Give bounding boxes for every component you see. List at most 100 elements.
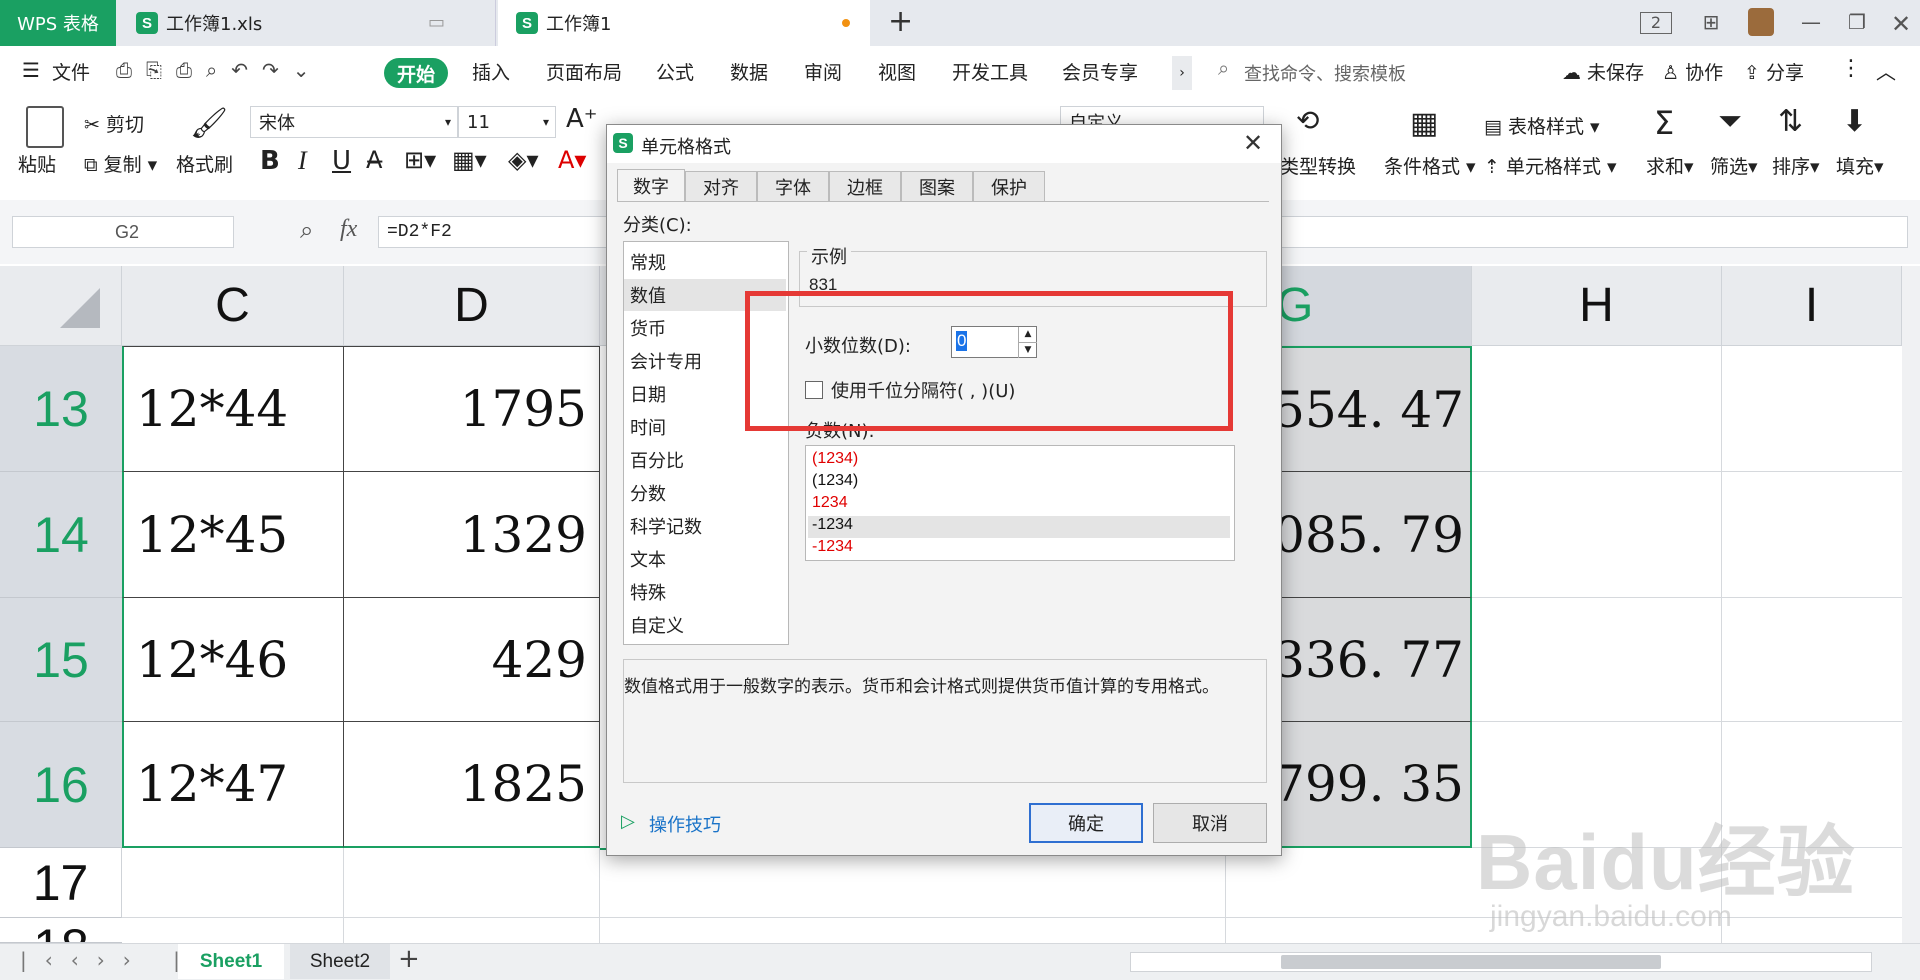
format-painter-icon[interactable]: 🖌 bbox=[190, 106, 228, 141]
close-icon[interactable]: ✕ bbox=[1884, 10, 1918, 38]
row-header[interactable]: 14 bbox=[0, 472, 122, 598]
col-header-h[interactable]: H bbox=[1472, 266, 1722, 346]
category-item-selected[interactable]: 数值 bbox=[624, 279, 786, 311]
fill-button[interactable]: 填充▾ bbox=[1836, 152, 1884, 179]
row-header[interactable]: 16 bbox=[0, 722, 122, 848]
cell-d15[interactable]: 429 bbox=[344, 598, 600, 722]
increase-font-icon[interactable]: A⁺ bbox=[566, 104, 598, 134]
more-icon[interactable]: ⋮ bbox=[1840, 56, 1862, 81]
cancel-button[interactable]: 取消 bbox=[1153, 803, 1267, 843]
collab-button[interactable]: ♙ 协作 bbox=[1662, 58, 1723, 85]
cell-c16[interactable]: 12*47 bbox=[122, 722, 344, 848]
fill-color-icon[interactable]: ◈▾ bbox=[508, 146, 539, 174]
new-tab-button[interactable]: + bbox=[888, 4, 913, 39]
monitor-icon[interactable]: ▭ bbox=[428, 12, 445, 33]
cut-button[interactable]: ✂ 剪切 bbox=[84, 110, 144, 137]
category-item[interactable]: 科学记数 bbox=[624, 510, 786, 542]
vertical-scrollbar[interactable] bbox=[1902, 266, 1920, 943]
ok-button[interactable]: 确定 bbox=[1029, 803, 1143, 843]
thousands-separator-checkbox[interactable] bbox=[805, 381, 823, 399]
sort-icon[interactable]: ⇅ bbox=[1778, 104, 1803, 139]
category-item[interactable]: 文本 bbox=[624, 543, 786, 575]
menu-page-layout[interactable]: 页面布局 bbox=[546, 58, 622, 85]
tips-link[interactable]: 操作技巧 bbox=[649, 811, 721, 837]
page-count-icon[interactable]: 2 bbox=[1640, 12, 1672, 34]
row-header[interactable]: 18 bbox=[0, 918, 122, 943]
cell-c15[interactable]: 12*46 bbox=[122, 598, 344, 722]
negative-format-option[interactable]: -1234 bbox=[808, 538, 1230, 560]
cell-c14[interactable]: 12*45 bbox=[122, 472, 344, 598]
unsaved-status[interactable]: ☁ 未保存 bbox=[1562, 58, 1644, 85]
paste-icon[interactable] bbox=[26, 106, 64, 148]
category-item[interactable]: 百分比 bbox=[624, 444, 786, 476]
negative-format-option[interactable]: (1234) bbox=[808, 450, 1230, 472]
grid-apps-icon[interactable]: ⊞ bbox=[1694, 10, 1728, 36]
font-name-select[interactable]: 宋体 ▾ bbox=[250, 106, 458, 138]
decimal-places-spinner[interactable]: 0 ▲ ▼ bbox=[951, 326, 1037, 358]
menu-data[interactable]: 数据 bbox=[730, 58, 768, 85]
col-header-c[interactable]: C bbox=[122, 266, 344, 346]
category-item[interactable]: 分数 bbox=[624, 477, 786, 509]
copy-button[interactable]: ⧉ 复制 ▾ bbox=[84, 150, 157, 177]
convert-icon[interactable]: ⟲ bbox=[1296, 104, 1319, 137]
category-item[interactable]: 会计专用 bbox=[624, 345, 786, 377]
cell-c13[interactable]: 12*44 bbox=[122, 346, 344, 472]
chevron-right-icon[interactable]: › bbox=[1172, 56, 1192, 90]
file-tab-2[interactable]: S 工作簿1 bbox=[498, 0, 870, 46]
name-box[interactable]: G2 bbox=[12, 216, 234, 248]
category-item[interactable]: 货币 bbox=[624, 312, 786, 344]
dialog-tab-protect[interactable]: 保护 bbox=[973, 171, 1045, 201]
minimize-icon[interactable]: — bbox=[1794, 10, 1828, 36]
fx-icon[interactable]: fx bbox=[340, 216, 357, 243]
italic-icon[interactable]: I bbox=[298, 146, 307, 176]
cell-d16[interactable]: 1825 bbox=[344, 722, 600, 848]
sort-button[interactable]: 排序▾ bbox=[1772, 152, 1820, 179]
bold-icon[interactable]: B bbox=[260, 146, 280, 176]
quick-access-icons[interactable]: ⎙⎘⎙⌕↶↷⌄ bbox=[116, 58, 323, 82]
cell-d14[interactable]: 1329 bbox=[344, 472, 600, 598]
avatar[interactable] bbox=[1748, 8, 1774, 36]
restore-icon[interactable]: ❐ bbox=[1840, 10, 1874, 36]
zoom-formula-icon[interactable]: ⌕ bbox=[300, 216, 313, 244]
sheet-tab-2[interactable]: Sheet2 bbox=[290, 944, 390, 979]
collapse-ribbon-icon[interactable]: ︿ bbox=[1876, 56, 1896, 85]
share-button[interactable]: ⇪ 分享 bbox=[1744, 58, 1804, 85]
category-item[interactable]: 日期 bbox=[624, 378, 786, 410]
menu-insert[interactable]: 插入 bbox=[472, 58, 510, 85]
dialog-tab-align[interactable]: 对齐 bbox=[685, 171, 757, 201]
format-painter-button[interactable]: 格式刷 bbox=[176, 150, 233, 177]
decimal-places-value[interactable]: 0 bbox=[956, 331, 968, 351]
sheet-nav-icons[interactable]: |‹‹›› | bbox=[20, 948, 198, 972]
dialog-close-icon[interactable]: ✕ bbox=[1243, 129, 1263, 157]
add-sheet-button[interactable]: + bbox=[398, 944, 420, 974]
type-convert-button[interactable]: 类型转换 bbox=[1280, 152, 1356, 179]
negative-format-option[interactable]: (1234) bbox=[808, 472, 1230, 494]
col-header-d[interactable]: D bbox=[344, 266, 600, 346]
sheet-tab-1[interactable]: Sheet1 bbox=[178, 944, 284, 979]
row-header[interactable]: 15 bbox=[0, 598, 122, 722]
category-item[interactable]: 特殊 bbox=[624, 576, 786, 608]
spin-up-icon[interactable]: ▲ bbox=[1018, 327, 1037, 342]
category-item[interactable]: 自定义 bbox=[624, 609, 786, 641]
underline-icon[interactable]: U bbox=[332, 146, 351, 176]
dialog-tab-font[interactable]: 字体 bbox=[757, 171, 829, 201]
file-tab-1[interactable]: S 工作簿1.xls ▭ bbox=[118, 0, 496, 46]
menu-review[interactable]: 审阅 bbox=[804, 58, 842, 85]
col-header-i[interactable]: I bbox=[1722, 266, 1902, 346]
strikethrough-icon[interactable]: A̶ bbox=[366, 146, 382, 174]
hamburger-icon[interactable]: ☰ bbox=[22, 58, 40, 82]
filter-button[interactable]: 筛选▾ bbox=[1710, 152, 1758, 179]
category-list[interactable]: 常规 数值 货币 会计专用 日期 时间 百分比 分数 科学记数 文本 特殊 自定… bbox=[623, 241, 789, 645]
cell-shading-icon[interactable]: ▦▾ bbox=[452, 146, 487, 174]
menu-view[interactable]: 视图 bbox=[878, 58, 916, 85]
menu-formula[interactable]: 公式 bbox=[656, 58, 694, 85]
filter-icon[interactable]: ⏷ bbox=[1718, 104, 1742, 139]
paste-button[interactable]: 粘贴 bbox=[18, 150, 56, 177]
negative-numbers-list[interactable]: (1234) (1234) 1234 -1234 -1234 bbox=[805, 445, 1235, 561]
negative-format-option-selected[interactable]: -1234 bbox=[808, 516, 1230, 538]
menu-member[interactable]: 会员专享 bbox=[1062, 58, 1138, 85]
spin-down-icon[interactable]: ▼ bbox=[1018, 342, 1037, 358]
menu-file[interactable]: 文件 bbox=[52, 58, 90, 85]
dialog-tab-border[interactable]: 边框 bbox=[829, 171, 901, 201]
table-style-button[interactable]: ▤ 表格样式 ▾ bbox=[1484, 112, 1600, 139]
